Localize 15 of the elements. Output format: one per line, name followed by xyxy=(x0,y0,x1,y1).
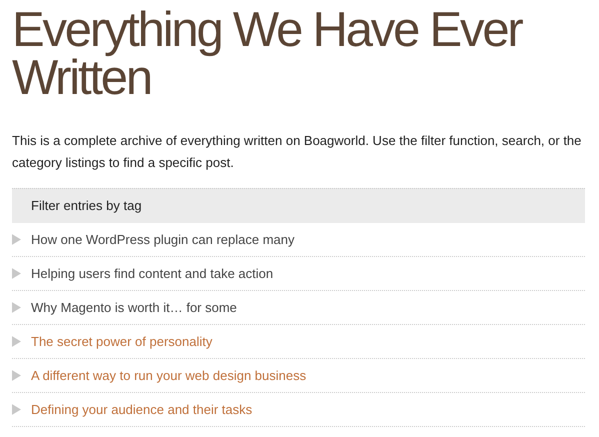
triangle-icon xyxy=(12,234,21,245)
triangle-icon xyxy=(12,370,21,381)
filter-bar[interactable]: Filter entries by tag xyxy=(12,188,585,223)
triangle-icon xyxy=(12,404,21,415)
triangle-icon xyxy=(12,268,21,279)
triangle-icon xyxy=(12,302,21,313)
intro-paragraph: This is a complete archive of everything written on Boagworld. Use the filter function, search, or the category listings to find a specific post. xyxy=(12,132,582,172)
post-link[interactable]: The secret power of personality xyxy=(31,334,212,349)
post-link[interactable]: How one WordPress plugin can replace many xyxy=(31,232,295,247)
page-title: Everything We Have Ever Written xyxy=(12,6,524,102)
post-link[interactable]: Why Magento is worth it… for some xyxy=(31,300,237,315)
post-link[interactable]: Helping users find content and take action xyxy=(31,266,274,281)
triangle-icon xyxy=(12,336,21,347)
post-link[interactable]: Defining your audience and their tasks xyxy=(31,402,252,417)
post-link[interactable]: A different way to run your web design business xyxy=(31,368,306,383)
